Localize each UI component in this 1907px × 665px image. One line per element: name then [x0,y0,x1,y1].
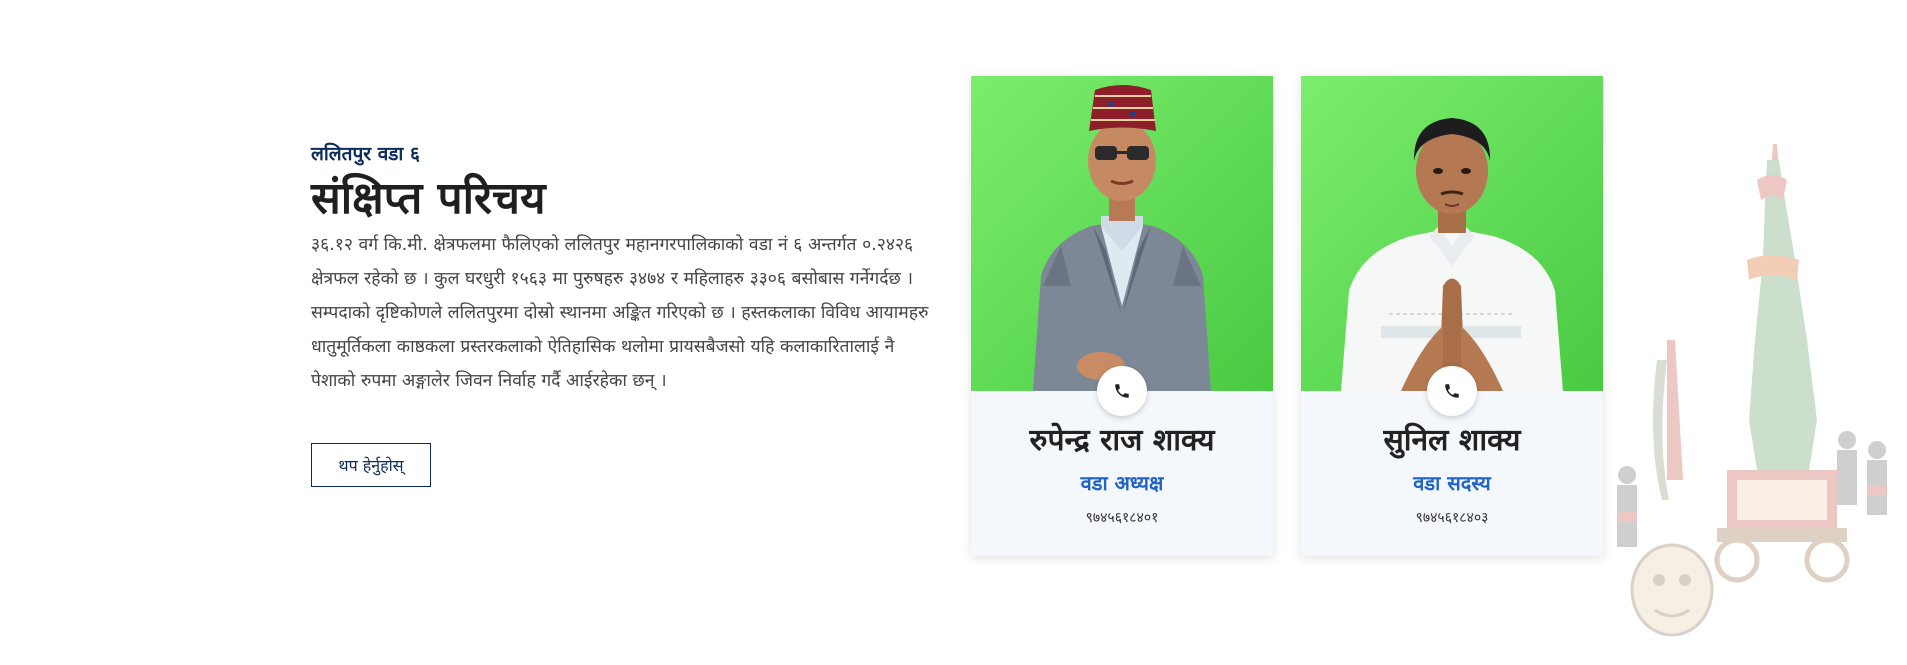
member-phone: ९७४५६१८४०१ [1085,510,1159,526]
phone-icon [1445,384,1459,398]
member-card: सुनिल शाक्य वडा सदस्य ९७४५६१८४०३ [1301,76,1603,556]
call-button[interactable] [1097,366,1147,416]
phone-icon [1115,384,1129,398]
section-title: संक्षिप्त परिचय [311,173,546,224]
ward-eyebrow: ललितपुर वडा ६ [311,143,420,165]
member-photo [1301,76,1603,391]
intro-section: ललितपुर वडा ६ संक्षिप्त परिचय ३६.१२ वर्ग… [311,140,941,398]
member-photo [971,76,1273,391]
member-role: वडा सदस्य [1413,471,1491,495]
intro-description: ३६.१२ वर्ग कि.मी. क्षेत्रफलमा फैलिएको लल… [311,235,929,391]
see-more-button[interactable]: थप हेर्नुहोस् [311,443,431,487]
member-card: रुपेन्द्र राज शाक्य वडा अध्यक्ष ९७४५६१८४… [971,76,1273,556]
member-role: वडा अध्यक्ष [1080,471,1164,495]
call-button[interactable] [1427,366,1477,416]
member-name: रुपेन्द्र राज शाक्य [1029,423,1215,458]
member-phone: ९७४५६१८४०३ [1415,510,1489,526]
member-name: सुनिल शाक्य [1383,423,1521,458]
